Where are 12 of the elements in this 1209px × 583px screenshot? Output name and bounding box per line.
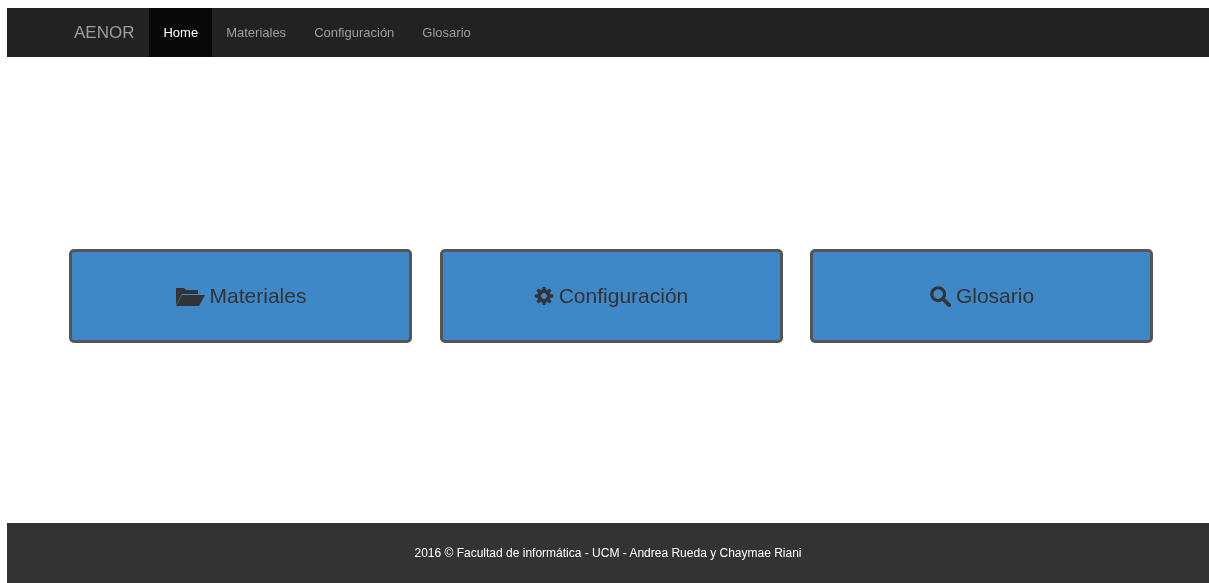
nav-link[interactable]: Configuración	[300, 8, 409, 57]
footer-text: 2016 © Facultad de informática - UCM - Andrea Rueda y Chaymae Riani	[414, 546, 802, 560]
folder-icon	[174, 285, 205, 307]
search-icon	[928, 285, 951, 307]
nav-link[interactable]: Glosario	[408, 8, 485, 57]
nav-link[interactable]: Materiales	[212, 8, 301, 57]
gear-icon	[533, 286, 554, 306]
nav-link[interactable]: Home	[149, 8, 213, 57]
tile-button[interactable]: Configuración	[439, 249, 783, 343]
tile-button[interactable]: Materiales	[69, 249, 412, 343]
tile-button[interactable]: Glosario	[810, 249, 1153, 343]
brand-link[interactable]: AENOR	[59, 8, 150, 57]
